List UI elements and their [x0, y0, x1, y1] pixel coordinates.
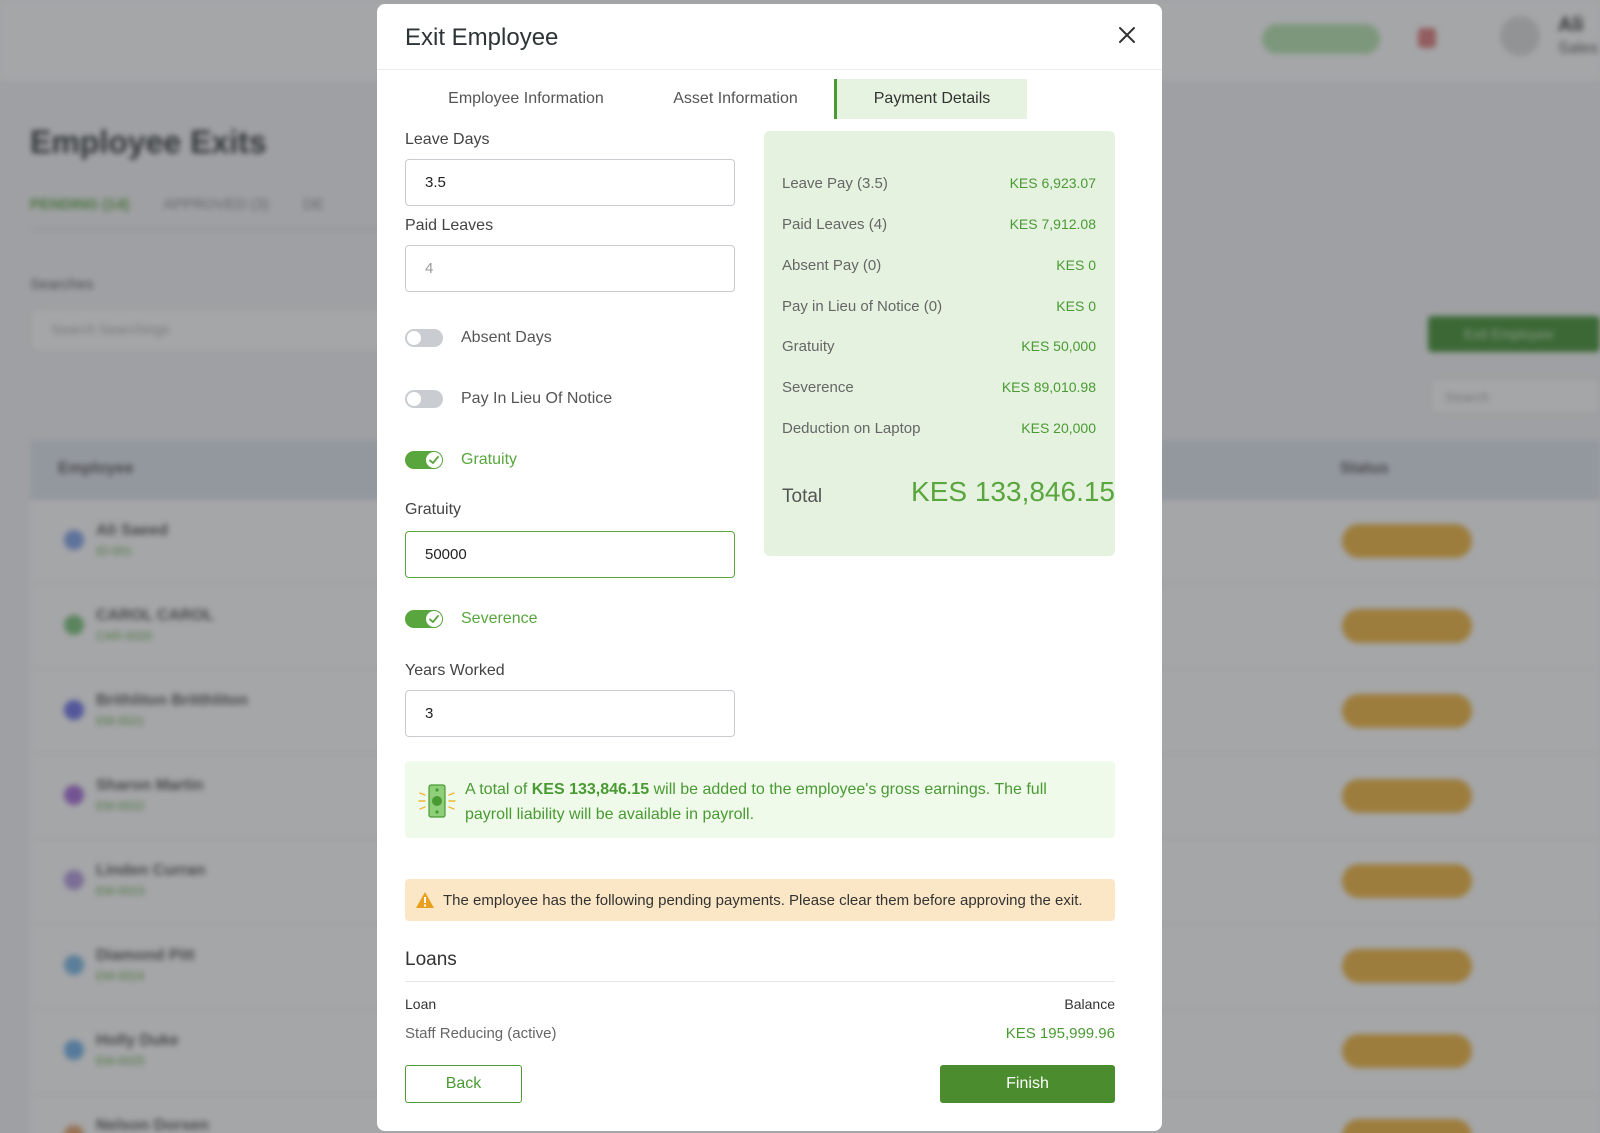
tab-employee-information[interactable]: Employee Information [405, 79, 637, 119]
summary-row: Severence KES 89,010.98 [782, 377, 1096, 397]
summary-row-label: Severence [782, 378, 854, 396]
summary-row: Absent Pay (0) KES 0 [782, 255, 1096, 275]
pay-in-lieu-toggle-label: Pay In Lieu Of Notice [461, 390, 613, 407]
leave-days-label: Leave Days [405, 131, 490, 148]
summary-row-label: Leave Pay (3.5) [782, 174, 888, 192]
summary-row: Leave Pay (3.5) KES 6,923.07 [782, 173, 1096, 193]
loans-column-balance: Balance [1064, 996, 1115, 1012]
summary-row-value: KES 7,912.08 [1009, 216, 1096, 232]
exit-employee-modal: Exit Employee Employee Information Asset… [377, 4, 1162, 1131]
summary-row-value: KES 89,010.98 [1001, 379, 1096, 395]
paid-leaves-input [405, 245, 735, 292]
total-label: Total [782, 486, 823, 507]
tab-payment-details[interactable]: Payment Details [834, 79, 1027, 119]
loans-divider [405, 981, 1115, 982]
gratuity-input[interactable] [405, 531, 735, 578]
modal-tabs: Employee Information Asset Information P… [405, 79, 1027, 119]
money-icon [418, 784, 456, 818]
summary-row-label: Deduction on Laptop [782, 419, 921, 437]
years-worked-label: Years Worked [405, 662, 505, 679]
summary-row-label: Gratuity [782, 337, 835, 355]
summary-row-label: Pay in Lieu of Notice (0) [782, 297, 943, 315]
pilon-toggle-row[interactable]: Pay In Lieu Of Notice [405, 387, 612, 411]
modal-title: Exit Employee [405, 24, 559, 51]
loans-column-loan: Loan [405, 996, 437, 1012]
severence-toggle-row[interactable]: Severence [405, 607, 538, 631]
pending-payments-warning: The employee has the following pending p… [405, 879, 1115, 921]
finish-button[interactable]: Finish [940, 1065, 1115, 1103]
gratuity-toggle-row[interactable]: Gratuity [405, 448, 517, 472]
check-icon [429, 456, 439, 464]
back-button[interactable]: Back [405, 1065, 522, 1103]
summary-row-value: KES 50,000 [1021, 338, 1096, 354]
summary-row: Deduction on Laptop KES 20,000 [782, 418, 1096, 438]
info-amount: KES 133,846.15 [531, 781, 650, 798]
summary-row-value: KES 0 [1056, 257, 1096, 273]
pay-in-lieu-toggle[interactable] [405, 390, 443, 408]
loan-name: Staff Reducing (active) [405, 1025, 557, 1042]
leave-days-input[interactable] [405, 159, 735, 206]
info-message: A total of KES 133,846.15 will be added … [465, 781, 1047, 823]
close-button[interactable] [1112, 20, 1142, 50]
severence-toggle-label: Severence [461, 610, 538, 627]
absent-days-toggle-row[interactable]: Absent Days [405, 326, 552, 350]
modal-header: Exit Employee [377, 4, 1162, 70]
gratuity-toggle[interactable] [405, 451, 443, 469]
warning-icon [416, 892, 434, 908]
tab-asset-information[interactable]: Asset Information [637, 79, 834, 119]
gratuity-label: Gratuity [405, 501, 462, 518]
total-value: KES 133,846.15 [911, 476, 1115, 507]
years-worked-input[interactable] [405, 690, 735, 737]
gross-earnings-info-banner: A total of KES 133,846.15 will be added … [405, 761, 1115, 838]
check-icon [429, 615, 439, 623]
summary-row-value: KES 6,923.07 [1009, 175, 1096, 191]
loans-title: Loans [405, 949, 457, 970]
paid-leaves-label: Paid Leaves [405, 217, 494, 234]
summary-row-value: KES 20,000 [1021, 420, 1096, 436]
summary-row-label: Paid Leaves (4) [782, 215, 888, 233]
summary-row-label: Absent Pay (0) [782, 256, 882, 274]
summary-row: Pay in Lieu of Notice (0) KES 0 [782, 296, 1096, 316]
warning-message: The employee has the following pending p… [443, 891, 1083, 909]
summary-row: Paid Leaves (4) KES 7,912.08 [782, 214, 1096, 234]
absent-days-toggle[interactable] [405, 329, 443, 347]
summary-row: Gratuity KES 50,000 [782, 336, 1096, 356]
summary-row-value: KES 0 [1056, 298, 1096, 314]
loan-balance: KES 195,999.96 [1005, 1025, 1115, 1042]
severence-toggle[interactable] [405, 610, 443, 628]
close-icon [1119, 27, 1135, 43]
gratuity-toggle-label: Gratuity [461, 451, 518, 468]
absent-days-toggle-label: Absent Days [461, 329, 552, 346]
